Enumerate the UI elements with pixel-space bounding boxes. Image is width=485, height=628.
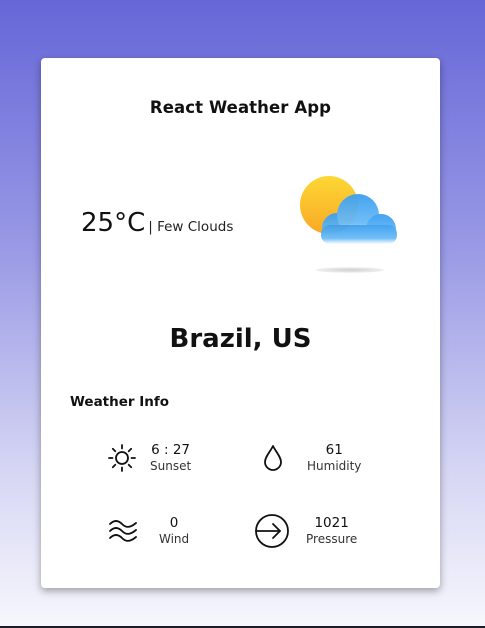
temperature-value: 25°C [81,208,146,238]
sunset-value: 6 : 27 [151,442,191,458]
city-name: Brazil, US [169,324,312,354]
pressure-arrow-icon [255,514,289,548]
sunset-label: Sunset [150,459,192,473]
wind-value: 0 [169,515,179,531]
weather-card: React Weather App 25°C | Few Clouds Braz… [41,58,440,588]
wind-icon [109,520,137,542]
weather-condition: | Few Clouds [148,219,234,235]
humidity-label: Humidity [307,459,362,473]
water-drop-icon [264,445,282,471]
weather-info-heading: Weather Info [70,394,170,410]
wind-text: 0 Wind [159,515,189,547]
wind-label: Wind [159,532,190,546]
info-item-wind: 0 Wind [107,515,189,547]
sunset-text: 6 : 27 Sunset [150,442,191,474]
humidity-text: 61 Humidity [307,442,361,474]
pressure-value: 1021 [314,515,349,531]
info-item-sunset: 6 : 27 Sunset [106,442,191,474]
pressure-label: Pressure [306,532,358,546]
app-title: React Weather App [149,98,332,117]
pressure-text: 1021 Pressure [306,515,357,547]
sun-behind-cloud-icon [300,176,397,273]
info-item-humidity: 61 Humidity [257,442,361,474]
info-item-pressure: 1021 Pressure [254,513,357,549]
humidity-value: 61 [325,442,343,458]
temperature-row: 25°C | Few Clouds [81,208,233,238]
sun-icon [108,444,136,472]
